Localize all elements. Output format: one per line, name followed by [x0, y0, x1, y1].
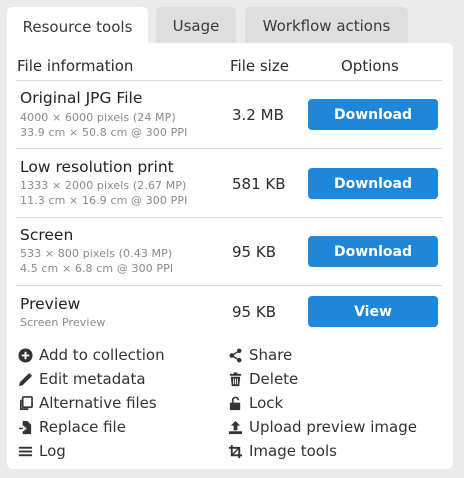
header-file-size: File size — [230, 57, 289, 75]
share-icon — [228, 348, 243, 363]
row-title: Preview — [20, 295, 81, 313]
add-to-collection-action[interactable]: Add to collection — [18, 345, 165, 365]
header-file-information: File information — [17, 57, 134, 75]
row-description: Screen Preview — [20, 316, 106, 329]
action-label: Alternative files — [39, 394, 157, 412]
action-label: Replace file — [39, 418, 126, 436]
row-file-size: 581 KB — [232, 175, 286, 193]
image-tools-action[interactable]: Image tools — [228, 441, 337, 461]
action-label: Edit metadata — [39, 370, 146, 388]
row-title: Original JPG File — [20, 89, 143, 107]
view-preview-button[interactable]: View — [308, 296, 438, 327]
action-label: Upload preview image — [249, 418, 417, 436]
row-file-size: 3.2 MB — [232, 106, 284, 124]
action-label: Add to collection — [39, 346, 165, 364]
row-dimensions: 1333 × 2000 pixels (2.67 MP) — [20, 179, 187, 192]
log-action[interactable]: Log — [18, 441, 66, 461]
replace-file-action[interactable]: Replace file — [18, 417, 126, 437]
alternative-files-action[interactable]: Alternative files — [18, 393, 157, 413]
lock-action[interactable]: Lock — [228, 393, 283, 413]
row-file-size: 95 KB — [232, 303, 276, 321]
list-icon — [18, 444, 33, 459]
tab-resource-tools[interactable]: Resource tools — [7, 7, 148, 47]
action-label: Image tools — [249, 442, 337, 460]
share-action[interactable]: Share — [228, 345, 292, 365]
header-options: Options — [341, 57, 399, 75]
pencil-icon — [18, 372, 33, 387]
delete-action[interactable]: Delete — [228, 369, 298, 389]
divider — [16, 285, 442, 286]
trash-icon — [228, 371, 243, 387]
row-dimensions: 533 × 800 pixels (0.43 MP) — [20, 247, 173, 260]
action-label: Share — [249, 346, 293, 364]
row-title: Screen — [20, 226, 74, 244]
action-label: Delete — [249, 370, 299, 388]
action-label: Log — [39, 442, 66, 460]
divider — [16, 148, 442, 149]
plus-circle-icon — [18, 347, 33, 363]
row-print-size: 33.9 cm × 50.8 cm @ 300 PPI — [20, 126, 188, 139]
file-import-icon — [18, 420, 33, 435]
row-title: Low resolution print — [20, 158, 174, 176]
download-lowres-button[interactable]: Download — [308, 168, 438, 199]
row-dimensions: 4000 × 6000 pixels (24 MP) — [20, 111, 176, 124]
row-print-size: 4.5 cm × 6.8 cm @ 300 PPI — [20, 262, 174, 275]
copy-files-icon — [18, 395, 33, 411]
divider — [16, 217, 442, 218]
upload-icon — [228, 420, 243, 435]
action-label: Lock — [249, 394, 284, 412]
row-file-size: 95 KB — [232, 243, 276, 261]
divider — [16, 80, 442, 81]
tab-workflow-actions[interactable]: Workflow actions — [245, 7, 408, 44]
upload-preview-image-action[interactable]: Upload preview image — [228, 417, 417, 437]
download-original-button[interactable]: Download — [308, 99, 438, 130]
tab-usage[interactable]: Usage — [156, 7, 236, 44]
unlock-icon — [228, 396, 243, 411]
row-print-size: 11.3 cm × 16.9 cm @ 300 PPI — [20, 194, 188, 207]
crop-icon — [228, 444, 243, 459]
edit-metadata-action[interactable]: Edit metadata — [18, 369, 146, 389]
download-screen-button[interactable]: Download — [308, 236, 438, 267]
